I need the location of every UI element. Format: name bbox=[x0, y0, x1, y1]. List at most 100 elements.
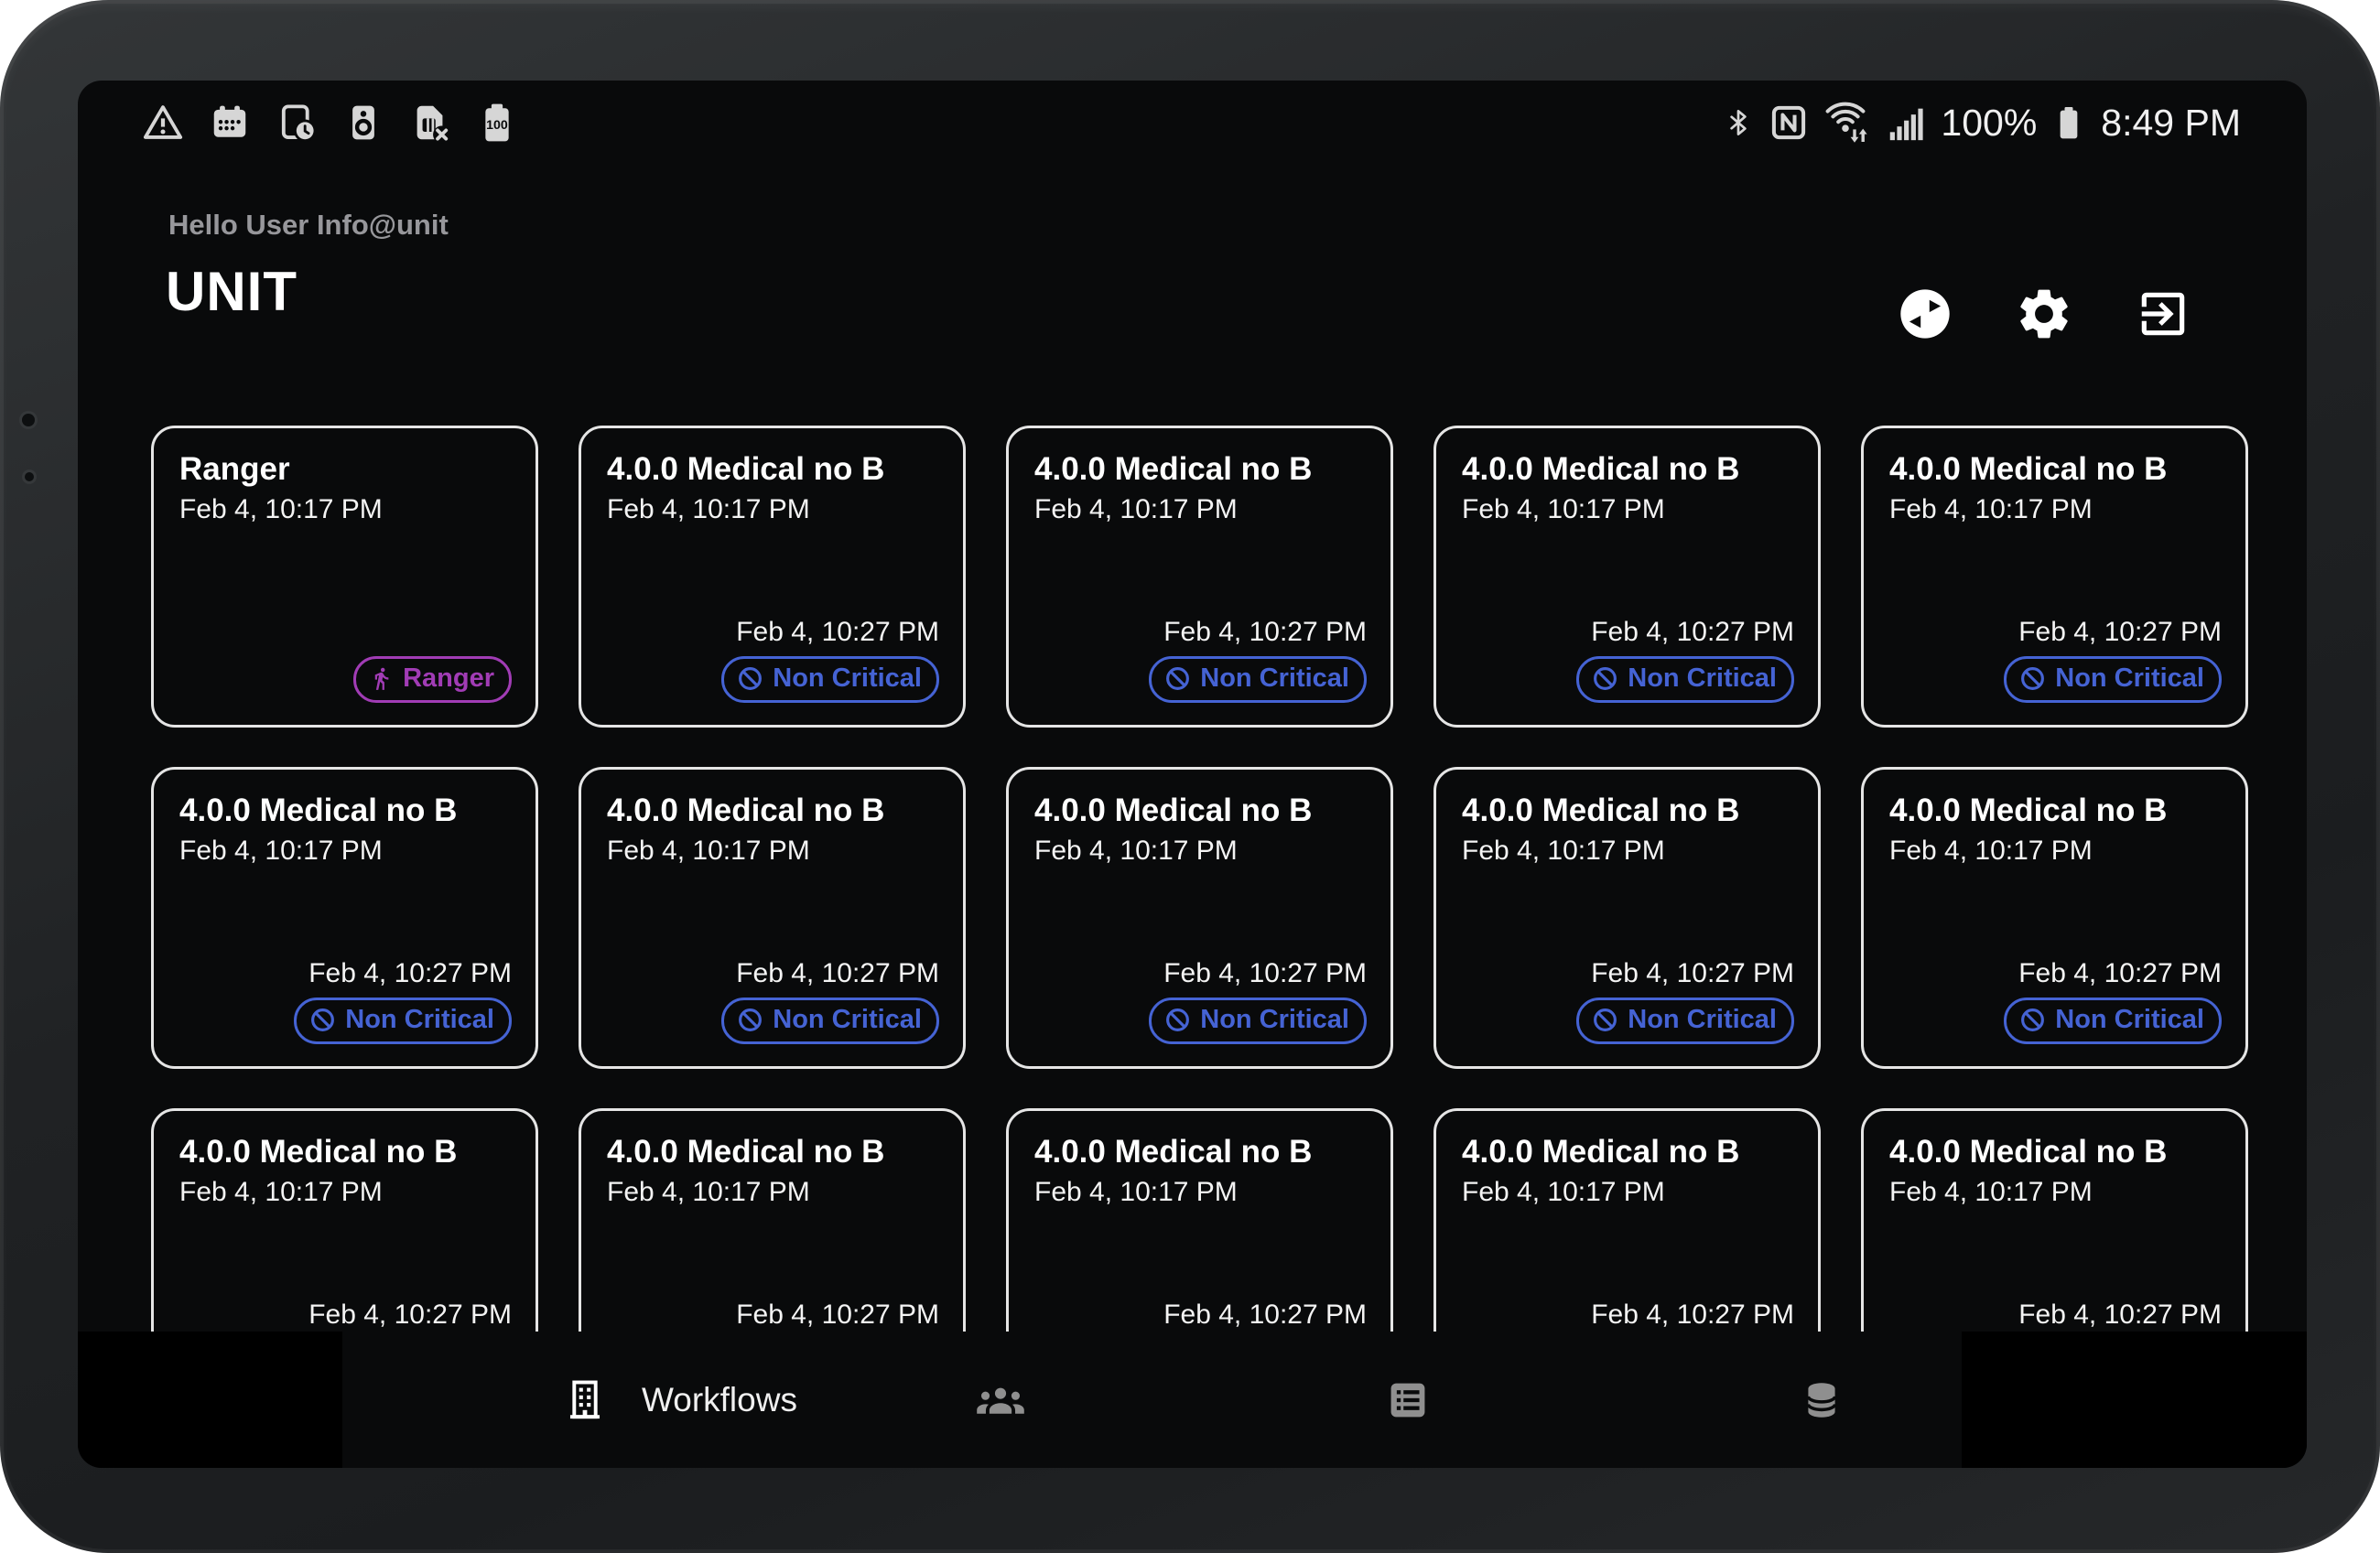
logout-button[interactable] bbox=[2133, 284, 2193, 344]
status-badge: Non Critical bbox=[721, 656, 939, 703]
card-end-time: Feb 4, 10:27 PM bbox=[2018, 617, 2222, 648]
card-title: 4.0.0 Medical no B bbox=[607, 792, 939, 830]
people-icon bbox=[974, 1376, 1027, 1424]
block-icon bbox=[1592, 665, 1618, 692]
warning-icon bbox=[142, 102, 184, 144]
card-footer: Feb 4, 10:27 PM Non Critical bbox=[1889, 958, 2222, 1044]
card-start-time: Feb 4, 10:17 PM bbox=[179, 494, 512, 525]
workflow-card[interactable]: 4.0.0 Medical no B Feb 4, 10:17 PM Feb 4… bbox=[1433, 1108, 1821, 1332]
workflow-card[interactable]: 4.0.0 Medical no B Feb 4, 10:17 PM Feb 4… bbox=[1006, 767, 1393, 1069]
card-title: 4.0.0 Medical no B bbox=[1034, 450, 1367, 489]
block-icon bbox=[737, 1007, 763, 1033]
swap-button[interactable] bbox=[1895, 284, 1955, 344]
status-badge: Non Critical bbox=[721, 998, 939, 1044]
list-icon bbox=[1384, 1376, 1432, 1424]
badge-label: Non Critical bbox=[1628, 663, 1777, 695]
status-badge: Non Critical bbox=[1149, 656, 1367, 703]
card-start-time: Feb 4, 10:17 PM bbox=[179, 836, 512, 867]
status-badge: Non Critical bbox=[2004, 656, 2222, 703]
workflow-card[interactable]: 4.0.0 Medical no B Feb 4, 10:17 PM Feb 4… bbox=[1861, 426, 2248, 728]
card-title: 4.0.0 Medical no B bbox=[1889, 450, 2222, 489]
nav-tab-database[interactable] bbox=[1799, 1332, 1844, 1468]
battery-percent: 100% bbox=[1941, 102, 2037, 145]
block-icon bbox=[1164, 1007, 1191, 1033]
card-end-time: Feb 4, 10:27 PM bbox=[308, 1300, 512, 1331]
exit-icon bbox=[2135, 286, 2191, 342]
card-start-time: Feb 4, 10:17 PM bbox=[1034, 494, 1367, 525]
workflow-card[interactable]: 4.0.0 Medical no B Feb 4, 10:17 PM Feb 4… bbox=[1433, 426, 1821, 728]
workflow-card[interactable]: 4.0.0 Medical no B Feb 4, 10:17 PM Feb 4… bbox=[1861, 1108, 2248, 1332]
card-end-time: Feb 4, 10:27 PM bbox=[308, 958, 512, 989]
card-footer: Feb 4, 10:27 PM Non Critical bbox=[1462, 1300, 1794, 1332]
card-start-time: Feb 4, 10:17 PM bbox=[607, 836, 939, 867]
nav-corner-mask-left bbox=[78, 1332, 342, 1468]
card-title: 4.0.0 Medical no B bbox=[1462, 1133, 1794, 1171]
card-footer: Feb 4, 10:27 PM Non Critical bbox=[1462, 958, 1794, 1044]
card-start-time: Feb 4, 10:17 PM bbox=[1034, 1177, 1367, 1208]
front-camera bbox=[22, 414, 35, 426]
card-title: 4.0.0 Medical no B bbox=[179, 792, 512, 830]
workflow-card[interactable]: 4.0.0 Medical no B Feb 4, 10:17 PM Feb 4… bbox=[579, 1108, 966, 1332]
database-icon bbox=[1799, 1376, 1844, 1424]
card-title: 4.0.0 Medical no B bbox=[1889, 792, 2222, 830]
walking-person-icon bbox=[369, 666, 394, 691]
workflow-card[interactable]: 4.0.0 Medical no B Feb 4, 10:17 PM Feb 4… bbox=[1861, 767, 2248, 1069]
card-title: 4.0.0 Medical no B bbox=[179, 1133, 512, 1171]
badge-label: Non Critical bbox=[345, 1004, 494, 1036]
card-title: Ranger bbox=[179, 450, 512, 489]
settings-button[interactable] bbox=[2014, 284, 2074, 344]
nav-tab-workflows[interactable]: Workflows bbox=[561, 1332, 797, 1468]
sim-error-icon bbox=[409, 102, 451, 144]
workflow-card[interactable]: 4.0.0 Medical no B Feb 4, 10:17 PM Feb 4… bbox=[1433, 767, 1821, 1069]
bottom-nav: Workflows bbox=[78, 1332, 2307, 1468]
card-footer: Feb 4, 10:27 PM Non Critical bbox=[1034, 1300, 1367, 1332]
status-badge: Non Critical bbox=[2004, 998, 2222, 1044]
swap-arrows-icon bbox=[1896, 285, 1954, 343]
block-icon bbox=[1592, 1007, 1618, 1033]
nav-tab-people[interactable] bbox=[974, 1332, 1027, 1468]
badge-label: Non Critical bbox=[773, 1004, 922, 1036]
card-title: 4.0.0 Medical no B bbox=[1462, 792, 1794, 830]
header-actions bbox=[1895, 284, 2193, 344]
workflow-card[interactable]: Ranger Feb 4, 10:17 PM Ranger bbox=[151, 426, 538, 728]
device-clock-icon bbox=[276, 102, 318, 144]
status-badge: Non Critical bbox=[294, 998, 512, 1044]
screen: 100 bbox=[78, 81, 2307, 1468]
badge-label: Non Critical bbox=[773, 663, 922, 695]
card-end-time: Feb 4, 10:27 PM bbox=[736, 958, 939, 989]
workflow-card[interactable]: 4.0.0 Medical no B Feb 4, 10:17 PM Feb 4… bbox=[151, 767, 538, 1069]
card-start-time: Feb 4, 10:17 PM bbox=[179, 1177, 512, 1208]
light-sensor bbox=[25, 472, 34, 481]
signal-icon bbox=[1885, 102, 1927, 144]
badge-label: Non Critical bbox=[2055, 663, 2204, 695]
nav-tab-label: Workflows bbox=[642, 1381, 797, 1419]
workflow-card[interactable]: 4.0.0 Medical no B Feb 4, 10:17 PM Feb 4… bbox=[579, 426, 966, 728]
block-icon bbox=[2019, 665, 2046, 692]
card-start-time: Feb 4, 10:17 PM bbox=[1034, 836, 1367, 867]
nav-tab-records[interactable] bbox=[1384, 1332, 1432, 1468]
status-badge: Non Critical bbox=[1576, 656, 1794, 703]
card-start-time: Feb 4, 10:17 PM bbox=[1889, 494, 2222, 525]
bluetooth-icon bbox=[1723, 102, 1754, 143]
card-end-time: Feb 4, 10:27 PM bbox=[736, 617, 939, 648]
card-end-time: Feb 4, 10:27 PM bbox=[736, 1300, 939, 1331]
battery-saver-icon: 100 bbox=[476, 102, 518, 144]
workflow-card[interactable]: 4.0.0 Medical no B Feb 4, 10:17 PM Feb 4… bbox=[151, 1108, 538, 1332]
card-footer: Feb 4, 10:27 PM Non Critical bbox=[1889, 617, 2222, 703]
badge-label: Non Critical bbox=[1200, 663, 1349, 695]
status-bar-right: 100% 8:49 PM bbox=[1723, 95, 2241, 150]
workflow-card[interactable]: 4.0.0 Medical no B Feb 4, 10:17 PM Feb 4… bbox=[1006, 426, 1393, 728]
workflow-card[interactable]: 4.0.0 Medical no B Feb 4, 10:17 PM Feb 4… bbox=[579, 767, 966, 1069]
card-start-time: Feb 4, 10:17 PM bbox=[1462, 1177, 1794, 1208]
card-footer: Feb 4, 10:27 PM Non Critical bbox=[179, 958, 512, 1044]
card-footer: Feb 4, 10:27 PM Non Critical bbox=[1034, 617, 1367, 703]
card-end-time: Feb 4, 10:27 PM bbox=[1591, 1300, 1794, 1331]
workflow-card[interactable]: 4.0.0 Medical no B Feb 4, 10:17 PM Feb 4… bbox=[1006, 1108, 1393, 1332]
svg-text:100: 100 bbox=[486, 118, 508, 133]
tablet-frame: 100 bbox=[0, 0, 2380, 1553]
status-badge: Ranger bbox=[353, 656, 512, 703]
card-footer: Feb 4, 10:27 PM Non Critical bbox=[607, 1300, 939, 1332]
card-end-time: Feb 4, 10:27 PM bbox=[1163, 958, 1367, 989]
status-bar-left: 100 bbox=[142, 95, 518, 150]
card-footer: Feb 4, 10:27 PM Non Critical bbox=[607, 958, 939, 1044]
